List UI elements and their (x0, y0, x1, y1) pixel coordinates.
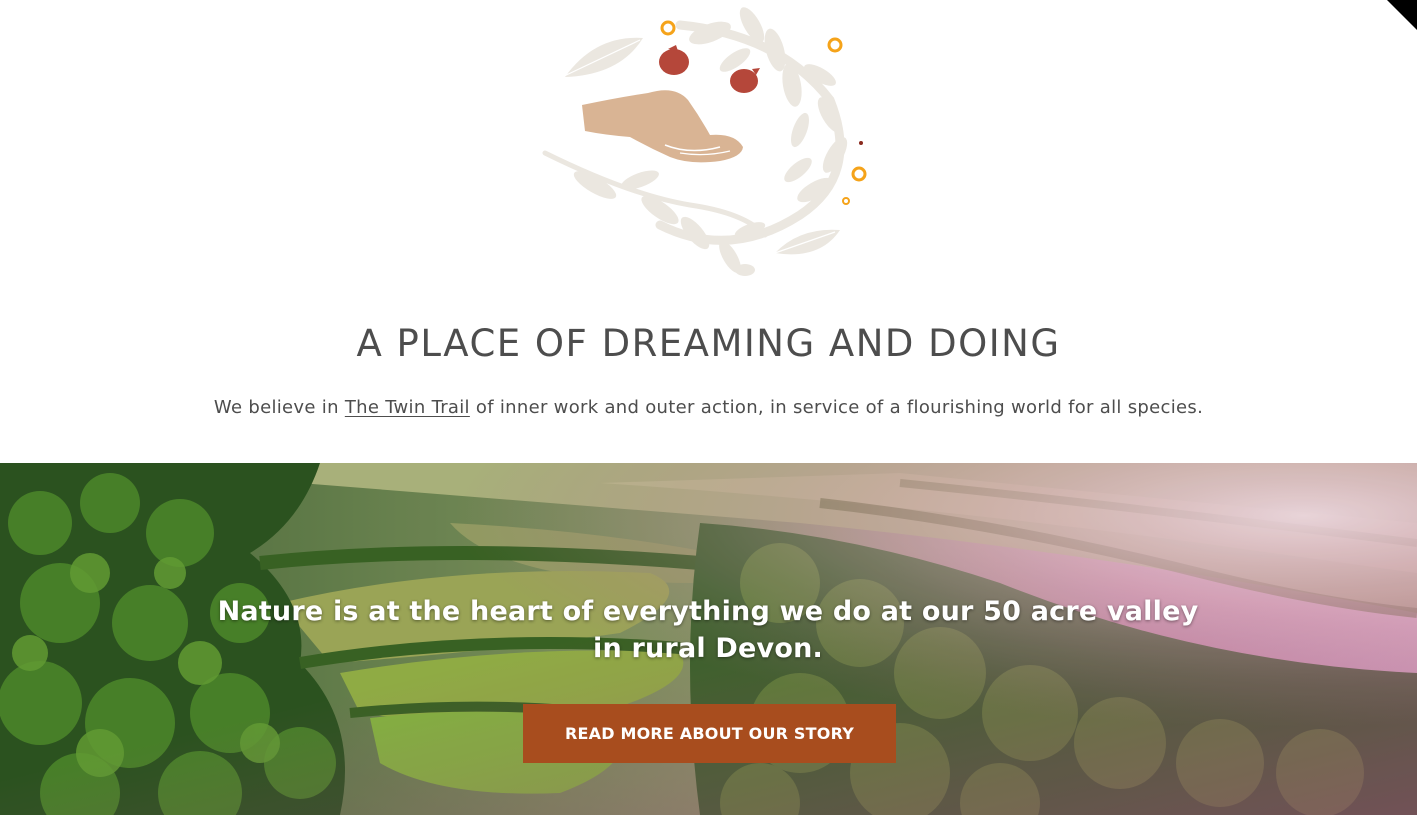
hero-tagline: Nature is at the heart of everything we … (208, 593, 1208, 667)
hand-with-leaves-emblem-icon (542, 7, 867, 276)
read-more-story-button[interactable]: READ MORE ABOUT OUR STORY (523, 704, 896, 763)
page: A PLACE OF DREAMING AND DOING We believe… (0, 0, 1417, 815)
hero-tagline-line-1: Nature is at the heart of everything we … (217, 596, 1199, 627)
page-heading: A PLACE OF DREAMING AND DOING (356, 322, 1061, 365)
hero-banner: Nature is at the heart of everything we … (0, 463, 1417, 815)
intro-text-before: We believe in (213, 397, 345, 418)
corner-ribbon-icon[interactable] (1383, 0, 1417, 34)
twin-trail-link[interactable]: The Twin Trail (345, 397, 470, 418)
intro-paragraph: We believe in The Twin Trail of inner wo… (0, 397, 1417, 418)
hero-tagline-line-2: in rural Devon. (593, 633, 823, 664)
intro-text-after: of inner work and outer action, in servi… (469, 397, 1204, 418)
